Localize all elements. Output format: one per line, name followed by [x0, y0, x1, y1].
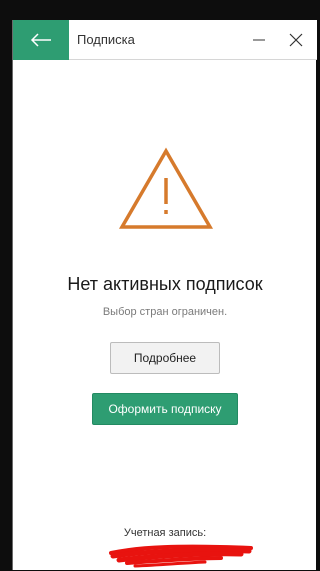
status-heading: Нет активных подписок — [67, 274, 263, 294]
close-button[interactable] — [278, 20, 314, 60]
close-icon — [289, 33, 303, 47]
minimize-icon — [253, 39, 265, 41]
warning-triangle-icon — [118, 147, 214, 229]
window-title: Подписка — [77, 32, 135, 47]
subscribe-button[interactable]: Оформить подписку — [92, 393, 238, 425]
more-info-button[interactable]: Подробнее — [110, 342, 220, 374]
arrow-left-icon — [30, 33, 51, 47]
main-content: Нет активных подписок Выбор стран ограни… — [13, 60, 317, 570]
minimize-button[interactable] — [241, 20, 277, 60]
titlebar: Подписка — [13, 20, 317, 60]
subscription-window: Подписка Нет активных подписок Выбор стр… — [12, 20, 317, 570]
account-redaction-scribble — [109, 544, 253, 568]
back-button[interactable] — [13, 20, 69, 60]
status-subtext: Выбор стран ограничен. — [102, 306, 228, 318]
account-label: Учетная запись: — [123, 527, 207, 539]
